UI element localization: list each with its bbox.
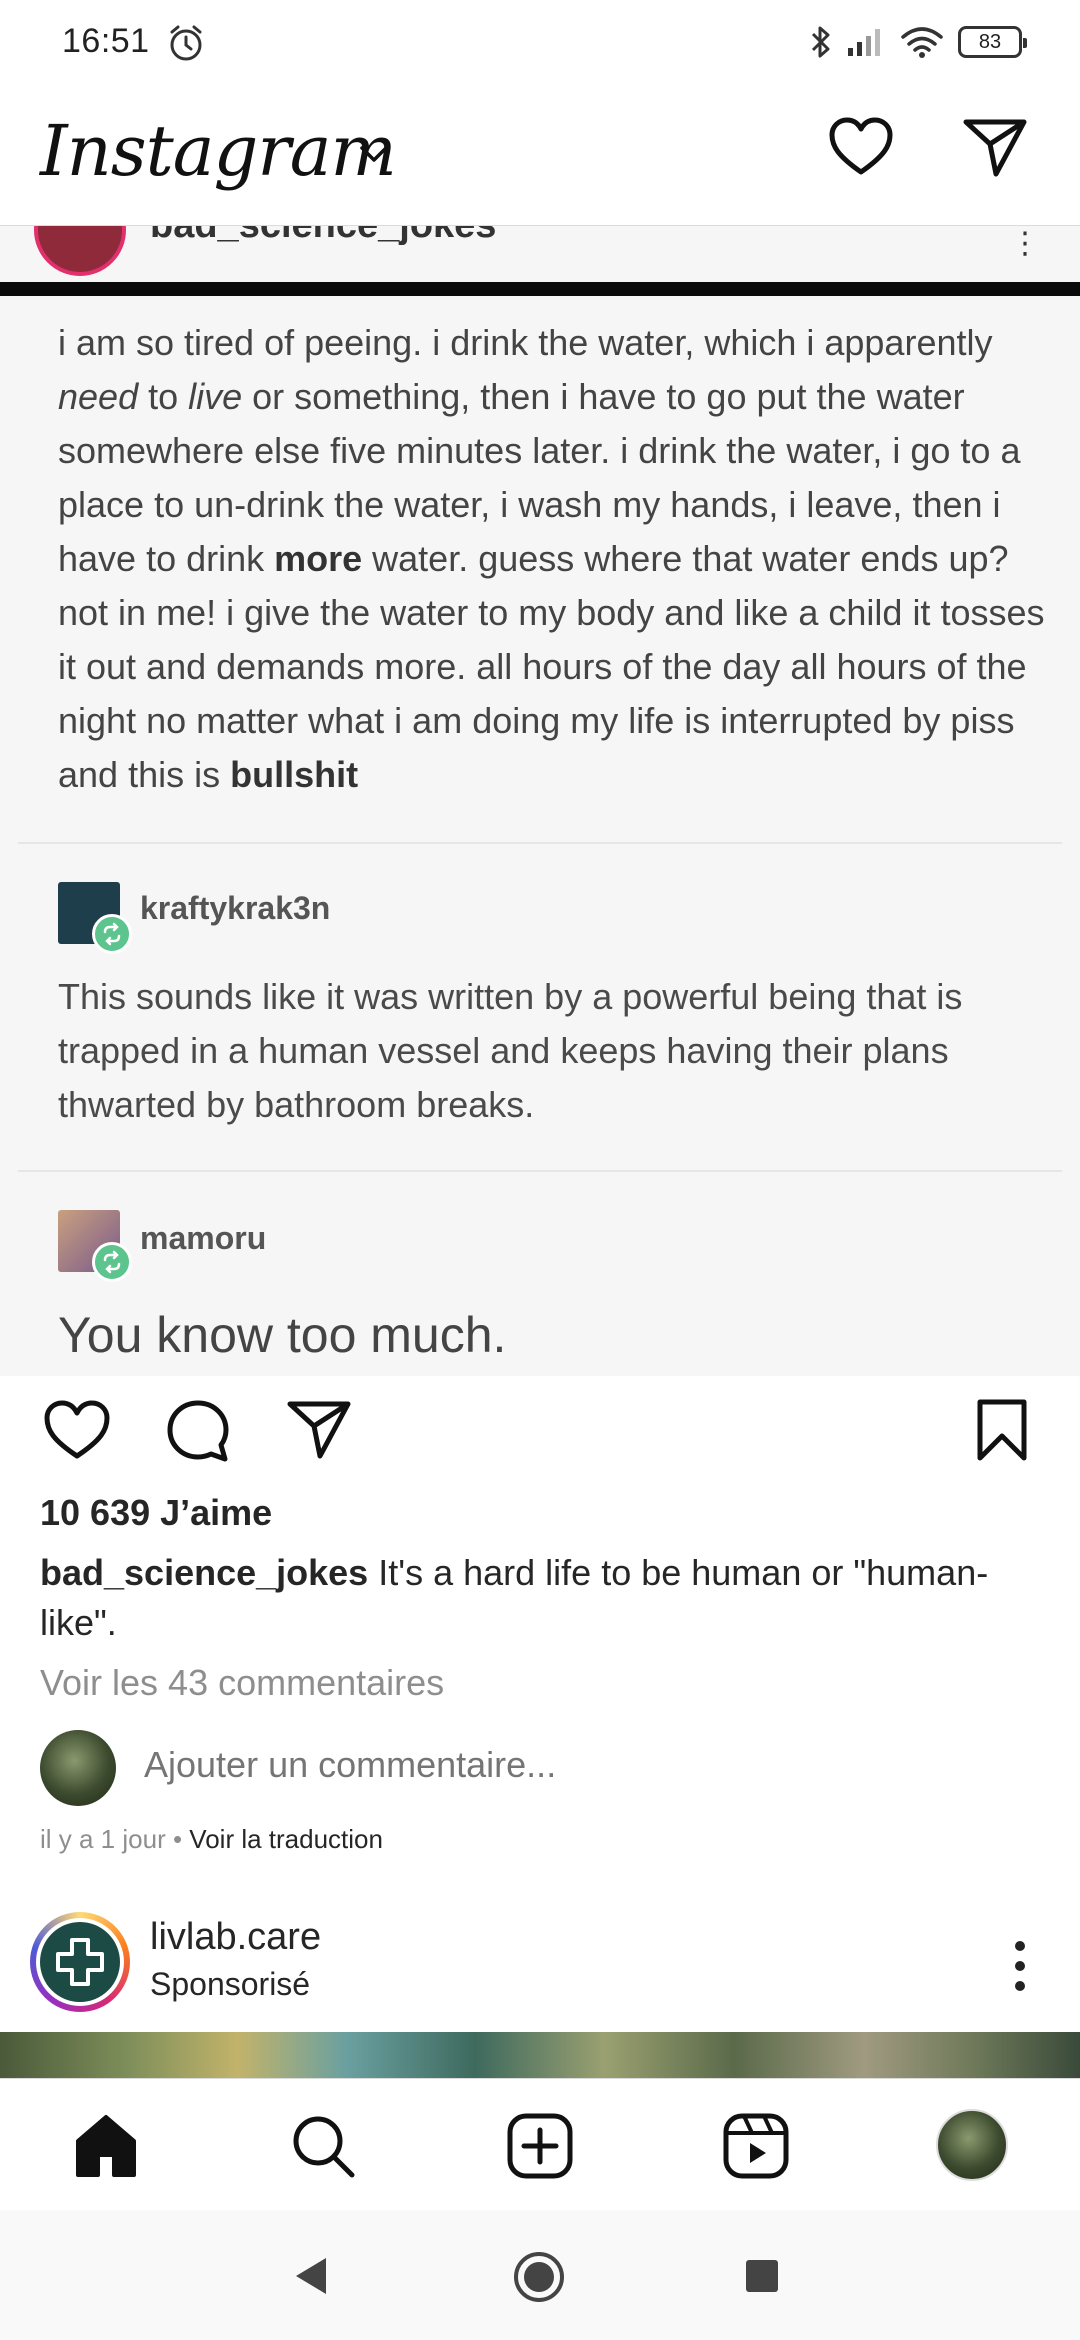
reblog-text: This sounds like it was written by a pow… [58,976,963,1125]
peek-avatar [34,226,126,276]
comment-icon[interactable] [164,1398,232,1464]
reblog-username: kraftykrak3n [140,890,331,926]
avatar [40,1730,116,1806]
recents-icon[interactable] [744,2258,780,2294]
status-bar: 16:51 83 [0,0,1080,90]
send-icon[interactable] [962,116,1028,178]
bookmark-icon[interactable] [974,1398,1030,1462]
separator: • [165,1824,190,1854]
original-post-text: i am so tired of peeing. i drink the wat… [58,322,1045,795]
reblog-icon [92,914,132,954]
back-icon[interactable] [290,2254,330,2298]
more-options-icon[interactable] [1000,1936,1040,1996]
home-circle-icon[interactable] [512,2250,566,2304]
share-send-icon[interactable] [286,1398,352,1460]
next-post-header: livlab.care Sponsorisé [0,1900,1080,2032]
post-timestamp: il y a 1 jour [40,1824,166,1854]
divider [18,1170,1062,1172]
battery-level: 83 [978,30,1002,53]
signal-icon [848,29,880,56]
livlab-logo-icon [40,1922,120,2002]
comment-input[interactable] [144,1744,844,1786]
reblog-text: You know too much. [58,1307,507,1363]
peek-username: bad_science_jokes [150,226,496,247]
add-comment-row [40,1730,1040,1810]
alarm-icon [170,25,202,61]
caption-username[interactable]: bad_science_jokes [40,1552,368,1593]
app-header: Instagram [0,90,1080,226]
status-icons: 83 [810,24,1027,60]
profile-avatar[interactable] [936,2109,1008,2181]
view-comments-link[interactable]: Voir les 43 commentaires [40,1662,444,1704]
search-icon[interactable] [290,2113,358,2179]
instagram-logo[interactable]: Instagram [40,110,397,192]
status-time: 16:51 [62,22,150,60]
reels-icon[interactable] [722,2113,790,2179]
divider [0,282,1080,296]
more-options-icon: ⋮ [1010,227,1040,260]
heart-icon[interactable] [828,116,894,178]
sponsored-label: Sponsorisé [150,1966,311,2002]
sponsor-username[interactable]: livlab.care [150,1916,321,1959]
create-icon[interactable] [506,2113,574,2179]
bluetooth-icon [811,26,830,58]
system-nav [0,2210,1080,2340]
like-heart-icon[interactable] [42,1398,112,1462]
post-actions [0,1376,1080,1486]
avatar-frame [36,1918,124,2006]
post-caption: bad_science_jokes It's a hard life to be… [40,1548,1000,1648]
chevron-down-icon[interactable] [358,142,390,166]
reblog-username: mamoru [140,1220,267,1256]
story-ring[interactable] [30,1912,130,2012]
divider [18,842,1062,844]
post-image[interactable]: bad_science_jokes ⋮ i am so tired of pee… [0,226,1080,1376]
reblog-icon [92,1242,132,1282]
home-icon[interactable] [72,2113,140,2179]
next-post-image[interactable] [0,2032,1080,2078]
wifi-icon [901,27,943,58]
post-meta: il y a 1 jour • Voir la traduction [40,1824,383,1855]
battery-icon: 83 [958,26,1027,58]
bottom-nav [0,2078,1080,2210]
translate-link[interactable]: Voir la traduction [189,1824,383,1854]
likes-count[interactable]: 10 639 J’aime [40,1492,272,1534]
